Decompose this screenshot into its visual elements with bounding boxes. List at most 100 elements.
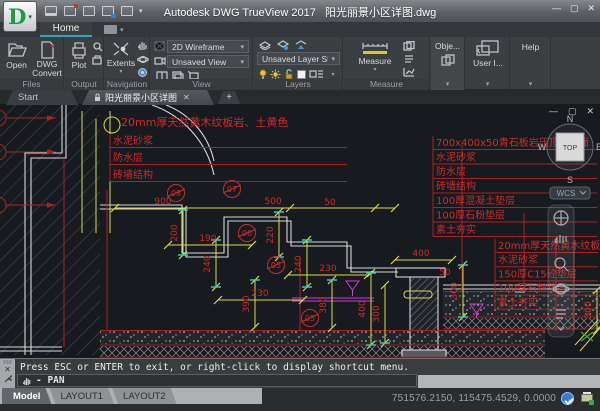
graphics-performance-icon[interactable]	[561, 392, 574, 405]
svg-text:240: 240	[203, 255, 213, 272]
layer-properties-icon[interactable]	[258, 39, 271, 50]
panel-label-view: View	[151, 79, 252, 90]
svg-text:50: 50	[324, 198, 336, 208]
svg-text:220: 220	[266, 226, 276, 243]
list-icon[interactable]	[402, 53, 416, 64]
tab-layout1[interactable]: LAYOUT1	[49, 388, 114, 404]
svg-text:500: 500	[264, 197, 281, 207]
svg-text:300: 300	[450, 282, 460, 299]
svg-text:230: 230	[319, 264, 336, 274]
open-button[interactable]: Open	[3, 40, 30, 70]
plotter-status-icon[interactable]	[580, 392, 594, 405]
panel-navigation: Extents ▾ Navigation	[105, 37, 150, 90]
ribbon-tab-bar: Home ▾	[0, 22, 600, 37]
minimize-button[interactable]: —	[552, 3, 561, 14]
tab-start[interactable]: Start	[6, 90, 78, 105]
tab-model[interactable]: Model	[2, 388, 51, 404]
svg-text:05: 05	[305, 314, 315, 323]
page-setup-icon[interactable]	[101, 5, 115, 17]
user-interface-expand-icon[interactable]: ▾	[466, 80, 509, 89]
svg-text:防水层: 防水层	[113, 151, 143, 164]
user-interface-button[interactable]: User I...	[471, 40, 505, 68]
svg-text:S: S	[567, 175, 573, 185]
window-title: Autodesk DWG TrueView 2017 阳光丽景小区详图.dwg	[120, 4, 480, 20]
tab-active-document[interactable]: 阳光丽景小区详图 ✕	[82, 90, 214, 105]
application-menu-button[interactable]: D▾	[3, 1, 37, 32]
close-button[interactable]: ✕	[587, 3, 595, 14]
layer-state-dropdown[interactable]: Unsaved Layer State▾	[257, 52, 340, 65]
doc-minimize-button[interactable]: —	[549, 106, 558, 117]
graph-icon[interactable]	[402, 66, 416, 77]
object-panel-expand-icon[interactable]: ▾	[431, 80, 464, 89]
svg-text:240: 240	[294, 255, 304, 272]
pan-hand-icon	[22, 376, 32, 386]
dwg-convert-button[interactable]: DWG Convert	[32, 40, 62, 79]
svg-text:砖墙结构: 砖墙结构	[113, 168, 153, 181]
viewcube[interactable]: TOP N E S W WCS	[538, 114, 600, 199]
new-tab-button[interactable]: +	[218, 91, 240, 104]
measure-button[interactable]: Measure ▾	[356, 40, 394, 73]
layer-state-icon[interactable]	[276, 39, 289, 50]
status-bar: Model LAYOUT1 LAYOUT2 751576.2150, 11547…	[0, 388, 600, 411]
svg-text:300: 300	[584, 301, 594, 318]
panel-label-output: Output	[65, 79, 103, 90]
panel-label-measure: Measure	[344, 79, 429, 90]
plot-icon[interactable]	[82, 5, 96, 17]
svg-text:100厚混凝土垫层: 100厚混凝土垫层	[436, 194, 515, 207]
panel-view: 2D Wireframe▾ Unsaved View▾ View	[151, 37, 253, 90]
layer-color-swatch[interactable]	[296, 69, 306, 79]
panel-label-layers: Layers	[254, 79, 342, 90]
pan-icon[interactable]	[136, 40, 149, 51]
help-expand-icon[interactable]: ▾	[511, 80, 550, 89]
named-view-dropdown[interactable]: Unsaved View▾	[167, 55, 249, 68]
sheet-set-icon[interactable]	[63, 5, 77, 17]
ribbon-display-toggle[interactable]: ▾	[104, 24, 130, 35]
svg-text:TOP: TOP	[563, 145, 578, 152]
pages-icon[interactable]	[402, 40, 416, 51]
trueview-logo: D	[8, 6, 26, 27]
doc-restore-button[interactable]: ▢	[568, 106, 577, 117]
object-copy-icon[interactable]	[440, 53, 456, 67]
layer-isolate-icon[interactable]	[294, 39, 307, 50]
plot-button[interactable]: Plot	[67, 40, 91, 70]
command-close-icon[interactable]: ✕	[4, 365, 11, 374]
steering-wheel-icon[interactable]	[136, 67, 149, 78]
command-window-handle[interactable]: ✕	[0, 359, 15, 388]
drawing-viewport[interactable]: — ▢ ✕	[0, 105, 600, 358]
svg-text:400: 400	[358, 300, 368, 317]
panel-layers: Unsaved Layer State▾ ▾ Layers	[254, 37, 343, 90]
svg-text:素土夯实: 素土夯实	[436, 223, 476, 236]
layer-dropdown-icon[interactable]: ▾	[328, 70, 338, 79]
ribbon-toggle-icon	[104, 25, 117, 34]
measure-ruler-icon	[363, 43, 387, 49]
svg-text:50: 50	[439, 268, 451, 278]
svg-text:05: 05	[271, 261, 281, 270]
batch-plot-icon[interactable]	[91, 55, 103, 66]
tab-layout2[interactable]: LAYOUT2	[112, 388, 177, 404]
title-bar: ▾ Autodesk DWG TrueView 2017 阳光丽景小区详图.dw…	[0, 0, 600, 22]
svg-text:190: 190	[199, 234, 216, 244]
coordinates-readout: 751576.2150, 115475.4529, 0.0000	[392, 393, 556, 404]
svg-text:200: 200	[170, 224, 180, 241]
svg-text:390: 390	[242, 295, 252, 312]
maximize-button[interactable]: ▢	[570, 3, 579, 14]
visual-style-dropdown[interactable]: 2D Wireframe▾	[167, 40, 249, 53]
grip-dots[interactable]	[3, 360, 12, 364]
preview-icon[interactable]	[91, 41, 103, 52]
dwg-trueview-window: ▾ Autodesk DWG TrueView 2017 阳光丽景小区详图.dw…	[0, 0, 600, 411]
panel-label-navigation: Navigation	[105, 79, 149, 90]
help-button[interactable]: Help	[511, 42, 550, 52]
ribbon: Open DWG Convert Files Plot Output	[0, 37, 600, 90]
tab-home[interactable]: Home	[40, 22, 92, 37]
orbit-icon[interactable]	[136, 54, 149, 65]
panel-object[interactable]: Obje... ▾	[431, 37, 465, 90]
panel-files: Open DWG Convert Files	[0, 37, 64, 90]
panel-label-files: Files	[0, 79, 63, 90]
open-icon[interactable]	[44, 5, 58, 17]
command-input[interactable]: - PAN	[17, 374, 417, 387]
tab-close-icon[interactable]: ✕	[183, 93, 190, 102]
customize-wrench-icon[interactable]	[3, 375, 12, 384]
zoom-extents-button[interactable]: Extents ▾	[107, 40, 135, 75]
doc-close-button[interactable]: ✕	[586, 106, 594, 117]
navigation-bar[interactable]	[548, 205, 574, 337]
